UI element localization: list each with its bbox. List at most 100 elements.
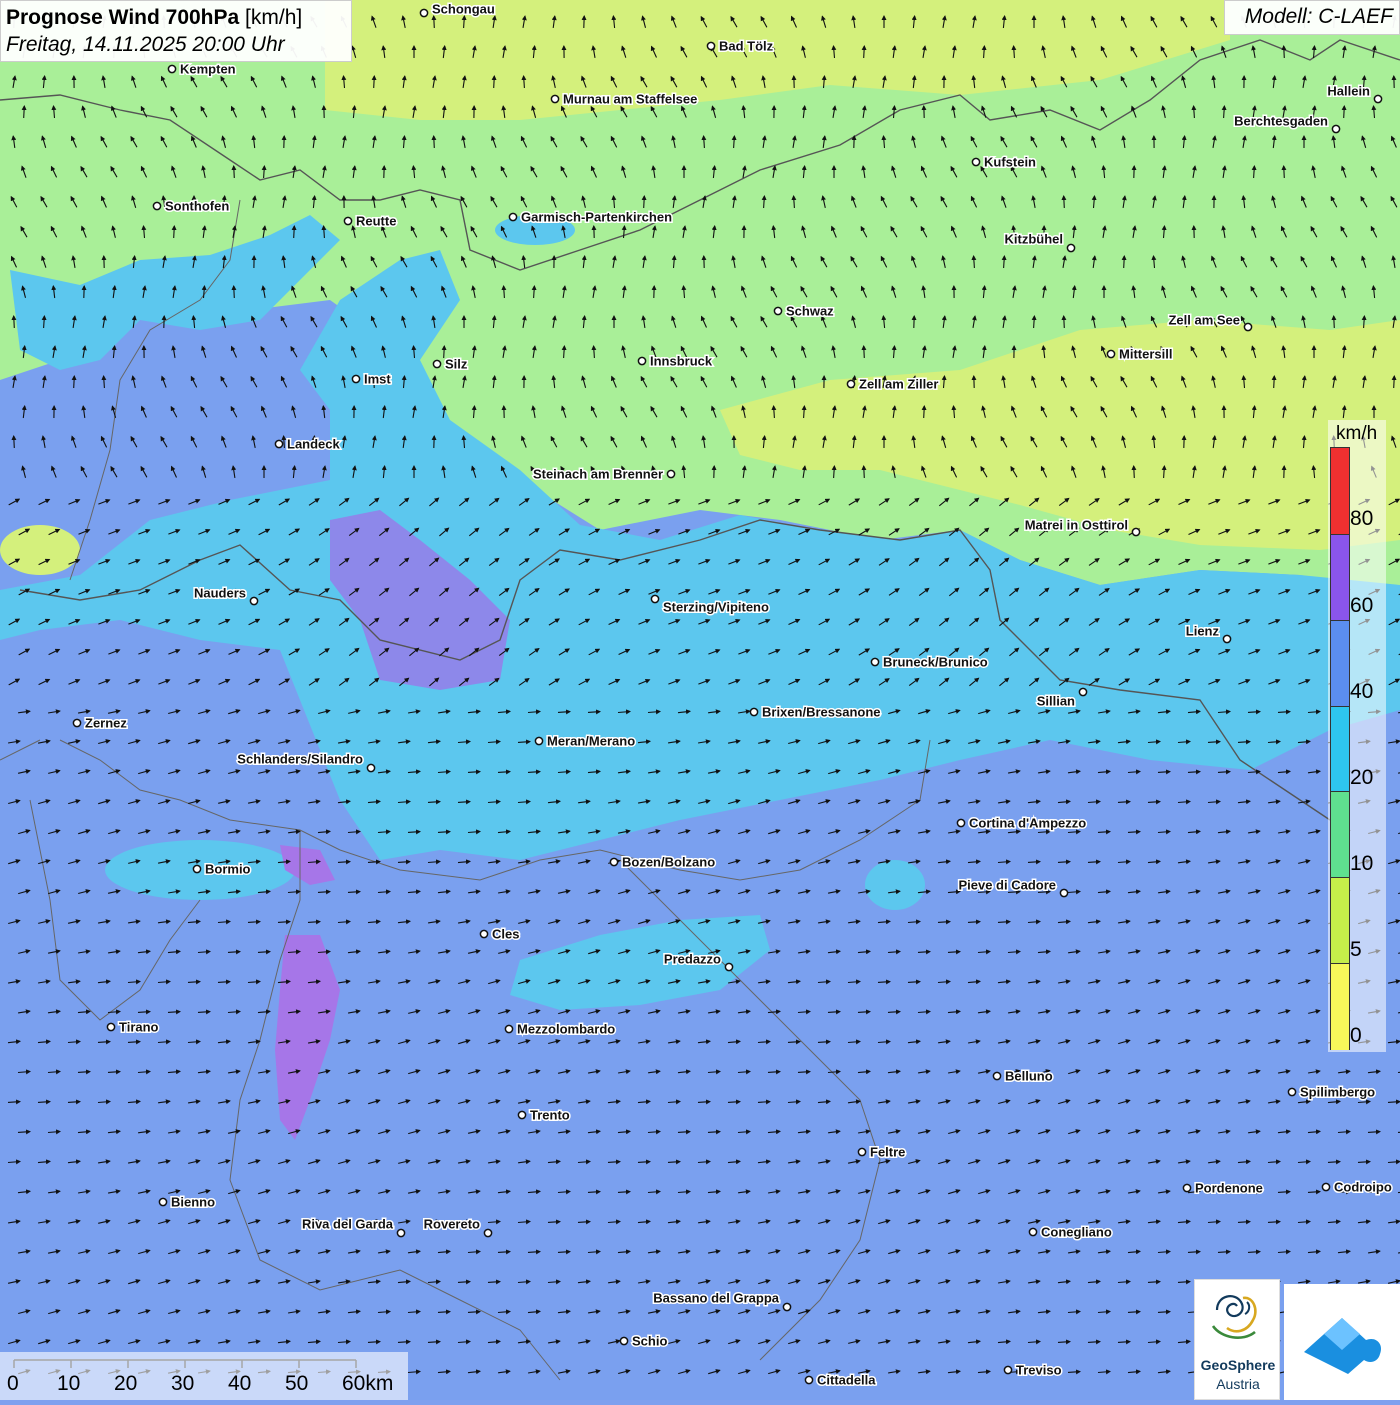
city-label: Garmisch-Partenkirchen (521, 210, 672, 225)
city-label: Kitzbühel (1005, 232, 1064, 247)
city-label: Cittadella (817, 1373, 876, 1388)
city-dot (783, 1303, 790, 1310)
city-label: Lienz (1186, 624, 1220, 639)
legend-color-step (1331, 877, 1349, 964)
city-label: Belluno (1005, 1069, 1053, 1084)
city-dot (774, 307, 781, 314)
city-dot (993, 1072, 1000, 1079)
city-marker: Cittadella (805, 1373, 876, 1388)
city-marker: Bruneck/Brunico (871, 655, 987, 670)
city-dot (1322, 1183, 1329, 1190)
city-label: Berchtesgaden (1234, 114, 1328, 129)
legend-label: 5 (1350, 938, 1362, 962)
legend-color-step (1331, 791, 1349, 878)
city-label: Schlanders/Silandro (237, 752, 363, 767)
city-label: Schio (632, 1334, 667, 1349)
scale-bar-label: 60km (342, 1372, 393, 1396)
city-label: Codroipo (1334, 1180, 1392, 1195)
city-marker: Steinach am Brenner (533, 467, 675, 482)
legend-label: 0 (1350, 1024, 1362, 1048)
wind-zone-yellow-west (0, 525, 80, 575)
wind-arrow (644, 196, 645, 208)
geosphere-logo-name: GeoSphere (1195, 1357, 1281, 1373)
city-marker: Zell am Ziller (847, 377, 938, 392)
wind-arrow (434, 136, 435, 148)
legend-label: 80 (1350, 507, 1373, 531)
title-unit: [km/h] (245, 6, 302, 29)
city-label: Conegliano (1041, 1225, 1112, 1240)
city-dot (367, 764, 374, 771)
city-dot (193, 865, 200, 872)
city-label: Mittersill (1119, 347, 1172, 362)
wind-arrow (1064, 316, 1065, 328)
wind-arrow (1274, 376, 1275, 388)
city-marker: Meran/Merano (535, 734, 635, 749)
weather-app-logo (1284, 1284, 1400, 1400)
city-marker: Conegliano (1029, 1225, 1111, 1240)
forecast-datetime: Freitag, 14.11.2025 20:00 Uhr (6, 32, 346, 58)
city-marker: Bozen/Bolzano (610, 855, 715, 870)
city-dot (420, 9, 427, 16)
city-label: Spilimbergo (1300, 1085, 1375, 1100)
city-label: Riva del Garda (302, 1217, 394, 1232)
city-label: Mezzolombardo (517, 1022, 615, 1037)
map-title: Prognose Wind 700hPa [km/h] (6, 4, 346, 32)
city-label: Innsbruck (650, 354, 713, 369)
wind-arrow (24, 106, 25, 118)
city-dot (159, 1198, 166, 1205)
city-dot (107, 1023, 114, 1030)
city-label: Meran/Merano (547, 734, 635, 749)
city-label: Pieve di Cadore (958, 878, 1056, 893)
city-dot (397, 1229, 404, 1236)
wind-arrow (1124, 256, 1125, 268)
city-label: Landeck (287, 437, 341, 452)
city-dot (1067, 244, 1074, 251)
city-label: Imst (364, 372, 391, 387)
city-label: Bassano del Grappa (653, 1291, 779, 1306)
city-dot (1223, 635, 1230, 642)
city-dot (509, 213, 516, 220)
wind-arrow (294, 226, 295, 238)
city-label: Reutte (356, 214, 396, 229)
legend-color-bar (1330, 447, 1350, 1050)
city-label: Zell am See (1168, 313, 1240, 328)
wind-arrow (864, 466, 865, 478)
wind-arrow (1284, 166, 1285, 178)
city-dot (667, 470, 674, 477)
legend-color-step (1331, 620, 1349, 707)
city-dot (352, 375, 359, 382)
wind-arrow (494, 76, 495, 88)
city-label: Kufstein (984, 155, 1036, 170)
city-label: Bruneck/Brunico (883, 655, 988, 670)
city-dot (1079, 688, 1086, 695)
city-dot (505, 1025, 512, 1032)
city-marker: Spilimbergo (1288, 1085, 1375, 1100)
city-dot (250, 597, 257, 604)
wind-arrow (1134, 466, 1135, 478)
city-dot (1244, 323, 1251, 330)
wind-map: SchongauKemptenBad TölzMurnau am Staffel… (0, 0, 1400, 1400)
wind-arrow (1344, 106, 1345, 118)
city-label: Bormio (205, 862, 251, 877)
wind-arrow (434, 16, 435, 28)
city-marker: Schongau (420, 2, 494, 17)
wind-arrow (14, 316, 15, 328)
city-label: Hallein (1327, 84, 1370, 99)
city-label: Matrei in Osttirol (1025, 518, 1128, 533)
city-dot (1004, 1366, 1011, 1373)
city-label: Feltre (870, 1145, 905, 1160)
geosphere-logo-sub: Austria (1195, 1376, 1281, 1392)
city-dot (535, 737, 542, 744)
wind-arrow (864, 46, 865, 58)
city-dot (858, 1148, 865, 1155)
wind-arrow (374, 76, 375, 88)
city-dot (610, 858, 617, 865)
city-marker: Pordenone (1183, 1181, 1263, 1196)
scale-bar-label: 0 (7, 1372, 19, 1396)
city-label: Brixen/Bressanone (762, 705, 881, 720)
city-label: Schongau (432, 2, 495, 17)
city-label: Predazzo (664, 952, 721, 967)
city-dot (1060, 889, 1067, 896)
city-dot (1107, 350, 1114, 357)
city-label: Sterzing/Vipiteno (663, 600, 769, 615)
